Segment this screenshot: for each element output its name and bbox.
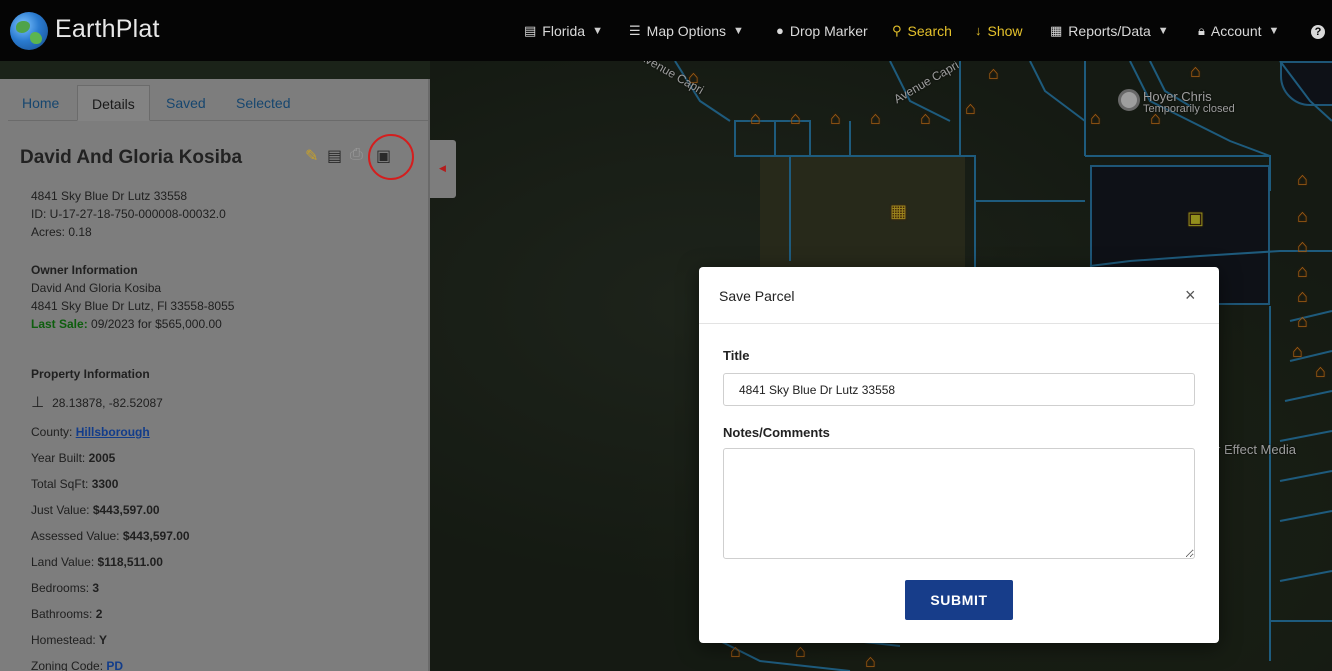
details-panel: Home Details Saved Selected David And Gl… xyxy=(0,79,430,671)
land-value-label: Land Value: xyxy=(31,555,95,569)
coordinates-value: 28.13878, -82.52087 xyxy=(52,396,163,410)
nav-drop-marker[interactable]: ● Drop Marker xyxy=(776,0,868,61)
just-value-label: Just Value: xyxy=(31,503,90,517)
ruler-icon[interactable]: ✎ xyxy=(305,146,318,166)
top-navbar: EarthPlat ▤ Florida ▼ ☰ Map Options ▼ ● Drop … xyxy=(0,0,1332,61)
document-icon[interactable]: ▤ xyxy=(327,146,342,166)
owner-address: 4841 Sky Blue Dr Lutz, Fl 33558-8055 xyxy=(31,299,235,313)
notes-textarea[interactable] xyxy=(723,448,1195,559)
assessed-value: $443,597.00 xyxy=(122,529,190,543)
map-icon: ▤ xyxy=(524,22,537,38)
nav-map-options[interactable]: ☰ Map Options ▼ xyxy=(629,0,744,61)
parcel-id: ID: U-17-27-18-750-000008-00032.0 xyxy=(31,207,226,221)
sliders-icon: ☰ xyxy=(629,22,641,38)
sqft-row: Total SqFt: 3300 xyxy=(31,477,118,491)
bedrooms-value: 3 xyxy=(92,581,100,595)
caret-left-icon: ◀ xyxy=(439,163,446,173)
last-sale-value: 09/2023 for $565,000.00 xyxy=(91,317,222,331)
tab-selected[interactable]: Selected xyxy=(236,85,290,121)
homestead-row: Homestead: Y xyxy=(31,633,107,647)
nav-search-label: Search xyxy=(907,22,952,39)
nav-account-label: Account xyxy=(1210,22,1262,39)
lock-icon: 🔒︎ xyxy=(1198,22,1205,38)
chevron-down-icon: ▼ xyxy=(592,24,603,37)
tab-details[interactable]: Details xyxy=(77,85,150,121)
chevron-down-icon: ▼ xyxy=(733,24,744,37)
last-sale: Last Sale: 09/2023 for $565,000.00 xyxy=(31,317,222,331)
bedrooms-row: Bedrooms: 3 xyxy=(31,581,99,595)
just-value-row: Just Value: $443,597.00 xyxy=(31,503,160,517)
nav-drop-marker-label: Drop Marker xyxy=(789,22,868,39)
bathrooms-label: Bathrooms: xyxy=(31,607,93,621)
just-value: $443,597.00 xyxy=(92,503,160,517)
submit-button[interactable]: SUBMIT xyxy=(905,580,1013,620)
nav-show[interactable]: ↓ Show xyxy=(975,0,1023,61)
nav-reports[interactable]: ▦ Reports/Data ▼ xyxy=(1050,0,1169,61)
assessed-value-label: Assessed Value: xyxy=(31,529,120,543)
parcel-title: David And Gloria Kosiba xyxy=(20,147,243,168)
help-icon[interactable]: ? xyxy=(1311,25,1325,39)
homestead-value: Y xyxy=(99,633,108,647)
sqft-label: Total SqFt: xyxy=(31,477,89,491)
modal-header: Save Parcel × xyxy=(699,267,1219,324)
table-icon: ▦ xyxy=(1050,22,1063,38)
tab-home[interactable]: Home xyxy=(22,85,59,121)
nav-search[interactable]: ⚲ Search xyxy=(892,0,952,61)
year-built-row: Year Built: 2005 xyxy=(31,451,115,465)
notes-label: Notes/Comments xyxy=(723,425,830,440)
county-row: County: Hillsborough xyxy=(31,425,150,439)
property-heading: Property Information xyxy=(31,367,150,381)
coordinates[interactable]: ⊥ 28.13878, -82.52087 xyxy=(31,393,163,411)
bathrooms-value: 2 xyxy=(95,607,103,621)
sqft-value: 3300 xyxy=(91,477,119,491)
nav-account[interactable]: 🔒︎ Account ▼ xyxy=(1198,0,1279,61)
year-built-label: Year Built: xyxy=(31,451,86,465)
pushpin-icon: ⊥ xyxy=(31,394,45,411)
county-label: County: xyxy=(31,425,73,439)
land-value-row: Land Value: $118,511.00 xyxy=(31,555,163,569)
collapse-panel-button[interactable]: ◀ xyxy=(430,140,456,198)
nav-show-label: Show xyxy=(987,22,1023,39)
close-icon[interactable]: × xyxy=(1185,286,1196,304)
nav-reports-label: Reports/Data xyxy=(1068,22,1151,39)
county-link[interactable]: Hillsborough xyxy=(76,425,150,439)
bathrooms-row: Bathrooms: 2 xyxy=(31,607,102,621)
save-parcel-modal: Save Parcel × Title Notes/Comments SUBMI… xyxy=(699,267,1219,643)
assessed-value-row: Assessed Value: $443,597.00 xyxy=(31,529,190,543)
owner-name: David And Gloria Kosiba xyxy=(31,281,162,295)
zoning-label: Zoning Code: xyxy=(31,659,104,671)
parcel-acres: Acres: 0.18 xyxy=(31,225,92,239)
last-sale-label: Last Sale: xyxy=(31,317,88,331)
panel-tabs: Home Details Saved Selected xyxy=(8,85,428,121)
tab-saved[interactable]: Saved xyxy=(166,85,206,121)
nav-map-options-label: Map Options xyxy=(646,22,727,39)
modal-title: Save Parcel xyxy=(719,288,795,304)
land-value: $118,511.00 xyxy=(97,555,163,569)
search-icon: ⚲ xyxy=(892,22,902,38)
year-built-value: 2005 xyxy=(88,451,116,465)
arrow-down-icon: ↓ xyxy=(975,23,982,38)
nav-florida-label: Florida xyxy=(542,22,586,39)
highlight-circle xyxy=(368,134,414,180)
globe-logo-icon[interactable] xyxy=(10,12,48,50)
zoning-value[interactable]: PD xyxy=(106,659,123,671)
title-label: Title xyxy=(723,348,750,363)
title-input[interactable] xyxy=(723,373,1195,406)
homestead-label: Homestead: xyxy=(31,633,96,647)
owner-heading: Owner Information xyxy=(31,263,138,277)
map-marker-icon: ● xyxy=(776,23,784,38)
chevron-down-icon: ▼ xyxy=(1268,24,1280,37)
brand-name[interactable]: EarthPlat xyxy=(55,15,160,44)
zoning-row: Zoning Code: PD xyxy=(31,659,123,671)
parcel-address: 4841 Sky Blue Dr Lutz 33558 xyxy=(31,189,188,203)
print-icon[interactable]: ⎙ xyxy=(350,146,363,164)
bedrooms-label: Bedrooms: xyxy=(31,581,90,595)
chevron-down-icon: ▼ xyxy=(1157,24,1169,37)
nav-florida[interactable]: ▤ Florida ▼ xyxy=(524,0,603,61)
